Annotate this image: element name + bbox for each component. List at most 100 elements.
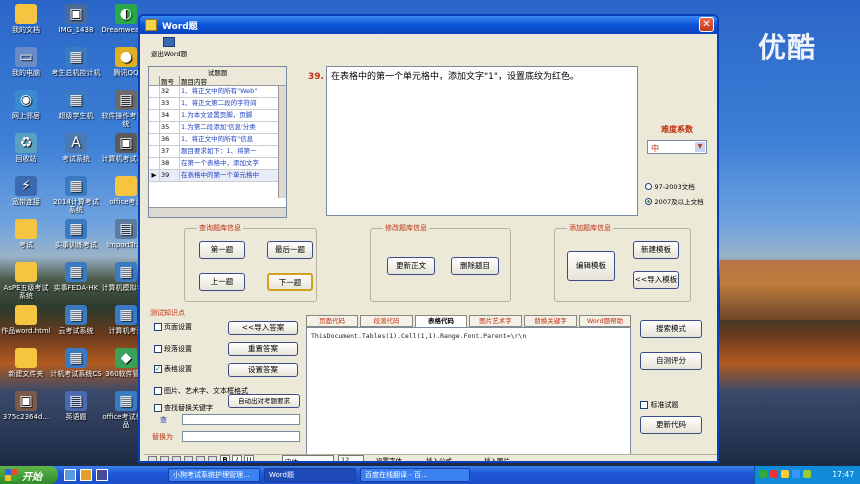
update-text-button[interactable]: 更新正文 — [387, 257, 435, 275]
desktop-icon[interactable]: ▣ 375c2364d... — [0, 391, 52, 421]
list-row[interactable]: 33 1、将正文第二段的字符间 — [149, 98, 286, 110]
replace-input[interactable] — [182, 431, 300, 442]
desktop-icon[interactable]: 我的文档 — [0, 4, 52, 34]
redo-icon[interactable] — [160, 456, 169, 461]
insert-formula-button[interactable]: 插入公式 — [426, 455, 452, 461]
question-text[interactable]: 在表格中的第一个单元格中，添加文字"1"，设置底纹为红色。 — [326, 66, 638, 216]
desktop-icon[interactable]: ▦ 实事FEDA-HK — [50, 262, 102, 292]
search-mode-button[interactable]: 搜索模式 — [640, 320, 702, 338]
code-tab[interactable]: 表格代码 — [415, 315, 467, 327]
version-radio-1[interactable]: 97-2003文档 — [645, 181, 695, 191]
word-question-window[interactable]: Word题 ✕ 退出Word题 试题题 题号 题目内容 32 1、将正文中的所有"… — [138, 14, 719, 463]
code-tab[interactable]: 段落代码 — [360, 315, 413, 327]
difficulty-select[interactable]: 中 ▼ — [647, 140, 707, 154]
list-row[interactable]: 34 1.为本文设置页脚，页脚 — [149, 110, 286, 122]
desktop-icon[interactable]: 考试 — [0, 219, 52, 249]
import-answer-button[interactable]: <<导入答案 — [228, 321, 298, 335]
question-list[interactable]: 试题题 题号 题目内容 32 1、将正文中的所有"Web" 33 1、将正文第二段的字… — [148, 66, 287, 218]
knowledge-checkbox[interactable]: 段落设置 — [154, 344, 192, 354]
version-radio-2[interactable]: 2007及以上文档 — [645, 196, 704, 206]
list-row[interactable]: ▶ 39 在表格中的第一个单元格中 — [149, 170, 286, 182]
new-template-button[interactable]: 新建模板 — [633, 241, 679, 259]
knowledge-checkbox[interactable]: ✓ 表格设置 — [154, 364, 192, 374]
desktop-icon[interactable]: AsPE五级考试系统 — [0, 262, 52, 300]
checkbox-box[interactable]: ✓ — [154, 365, 162, 373]
desktop-icon[interactable]: ▦ 计机考试系统CS — [50, 348, 102, 378]
task-word-question[interactable]: Word题 — [264, 468, 356, 482]
desktop-icon[interactable]: ▤ 英语题 — [50, 391, 102, 421]
insert-image-button[interactable]: 插入图片 — [484, 455, 510, 461]
task-exam-system[interactable]: 小狗考试系统护理管理... — [168, 468, 260, 482]
undo-icon[interactable] — [148, 456, 157, 461]
list-vscrollbar[interactable] — [278, 86, 286, 198]
chevron-down-icon[interactable]: ▼ — [695, 142, 705, 152]
size-select[interactable]: 12 — [338, 455, 364, 461]
update-code-button[interactable]: 更新代码 — [640, 416, 702, 434]
list-row[interactable]: 32 1、将正文中的所有"Web" — [149, 86, 286, 98]
quicklaunch-folder-icon[interactable] — [80, 469, 92, 481]
last-question-button[interactable]: 最后一题 — [267, 241, 313, 259]
qq-tray-icon[interactable] — [792, 470, 800, 478]
knowledge-checkbox[interactable]: 页面设置 — [154, 322, 192, 332]
ime-icon[interactable] — [803, 470, 811, 478]
paste-icon[interactable] — [196, 456, 205, 461]
align-left-icon[interactable] — [208, 456, 217, 461]
cut-icon[interactable] — [172, 456, 181, 461]
checkbox-box[interactable] — [154, 345, 162, 353]
speaker-icon[interactable] — [781, 470, 789, 478]
antivirus-icon[interactable] — [770, 470, 778, 478]
set-answer-button[interactable]: 设置答案 — [228, 363, 298, 377]
desktop-icon[interactable]: ⚡ 宽带连接 — [0, 176, 52, 206]
first-question-button[interactable]: 第一题 — [199, 241, 245, 259]
next-question-button[interactable]: 下一题 — [267, 273, 313, 291]
desktop-icon[interactable]: 作品word.html — [0, 305, 52, 335]
task-baidu-translate[interactable]: 百度在线翻译 - 百... — [360, 468, 470, 482]
window-titlebar[interactable]: Word题 ✕ — [140, 16, 717, 34]
reset-answer-button[interactable]: 重置答案 — [228, 342, 298, 356]
list-row[interactable]: 36 1、将正文中的所有"信息 — [149, 134, 286, 146]
list-row[interactable]: 38 在第一个表格中，添加文字 — [149, 158, 286, 170]
checkbox-box[interactable] — [154, 387, 162, 395]
list-row[interactable]: 37 题目要求如下：1、将第一 — [149, 146, 286, 158]
self-eval-button[interactable]: 自测评分 — [640, 352, 702, 370]
set-font-button[interactable]: 设置字体 — [376, 455, 402, 461]
desktop-icon[interactable]: ▦ 云考试系统 — [50, 305, 102, 335]
desktop-icon[interactable]: A 考试系统 — [50, 133, 102, 163]
code-editor[interactable]: ThisDocument.Tables(1).Cell(1,1).Range.F… — [306, 327, 631, 455]
desktop-icon[interactable]: ◉ 网上邻居 — [0, 90, 52, 120]
code-tab[interactable]: Word题帮助 — [579, 315, 631, 327]
start-button[interactable]: 开始 — [0, 466, 58, 484]
knowledge-checkbox[interactable]: 查找替换关键字 — [154, 403, 213, 413]
prev-question-button[interactable]: 上一题 — [199, 273, 245, 291]
copy-icon[interactable] — [184, 456, 193, 461]
font-select[interactable]: 宋体 — [282, 455, 334, 461]
desktop-icon[interactable]: 新建文件夹 — [0, 348, 52, 378]
desktop-icon[interactable]: ▦ 考生总机控计机 — [50, 47, 102, 77]
desktop-icon[interactable]: ▣ IMG_1438 — [50, 4, 102, 34]
checkbox-box[interactable] — [154, 323, 162, 331]
list-hscrollbar[interactable] — [149, 207, 286, 217]
network-icon[interactable] — [759, 470, 767, 478]
desktop-icon[interactable]: ▭ 我的电脑 — [0, 47, 52, 77]
desktop-icon[interactable]: ▦ 超级学生机 — [50, 90, 102, 120]
bold-button[interactable]: B — [220, 455, 230, 461]
delete-question-button[interactable]: 删除题目 — [451, 257, 499, 275]
list-row[interactable]: 35 1.为第二段添加'信息'分类 — [149, 122, 286, 134]
std-test-checkbox[interactable]: 标准试题 — [640, 400, 679, 410]
code-tab[interactable]: 替换关键字 — [524, 315, 577, 327]
desktop-icon[interactable]: ▦ 实事训练考试 — [50, 219, 102, 249]
auto-eval-button[interactable]: 自动出对考题要求 — [228, 394, 300, 408]
underline-button[interactable]: U — [244, 455, 254, 461]
italic-button[interactable]: I — [232, 455, 242, 461]
quicklaunch-ie-icon[interactable] — [64, 469, 76, 481]
find-input[interactable] — [182, 414, 300, 425]
edit-template-button[interactable]: 编辑模板 — [567, 251, 615, 281]
code-tab[interactable]: 页面代码 — [306, 315, 358, 327]
desktop-icon[interactable]: ♻ 回收站 — [0, 133, 52, 163]
close-button[interactable]: ✕ — [699, 17, 714, 32]
checkbox-box[interactable] — [154, 404, 162, 412]
exit-toolbar-button[interactable]: 退出Word题 — [144, 36, 194, 60]
code-tab[interactable]: 图片艺术字 — [469, 315, 522, 327]
quicklaunch-media-icon[interactable] — [96, 469, 108, 481]
import-template-button[interactable]: <<导入模板 — [633, 271, 679, 289]
